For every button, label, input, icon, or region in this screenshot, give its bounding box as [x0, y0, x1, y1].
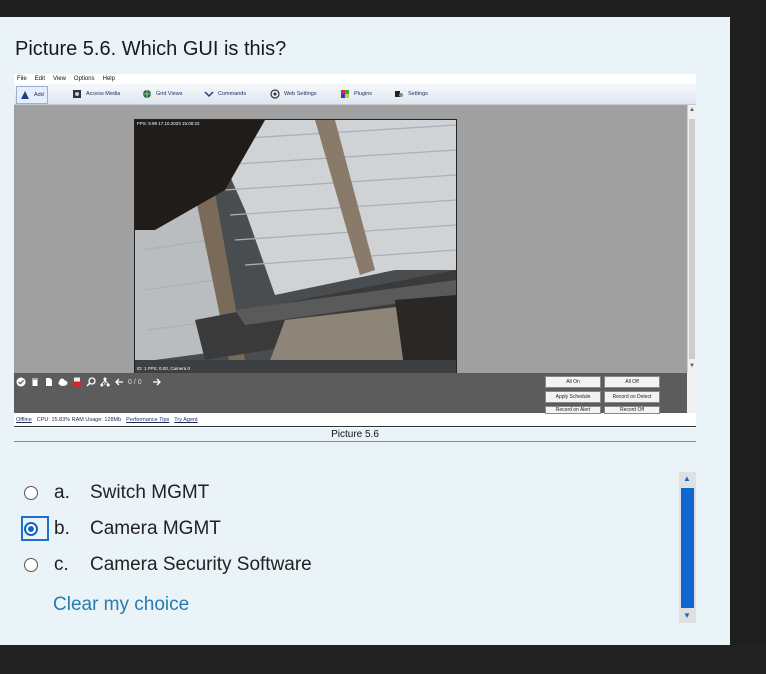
menu-file: File: [17, 76, 27, 82]
radio-option-c[interactable]: [24, 558, 38, 572]
settings-icon: [395, 91, 403, 97]
arrow-left-icon: [114, 377, 124, 387]
web-settings-icon: [270, 89, 280, 99]
menu-edit: Edit: [34, 76, 46, 82]
toolbar-grid-views: Grid Views: [142, 88, 183, 100]
usage-text: CPU: 15.83% RAM Usage: 128Mb: [36, 417, 122, 423]
record-on-detect-button: Record on Detect: [604, 391, 660, 403]
toolbar-access-media-label: Access Media: [86, 91, 121, 97]
camera-image: [135, 120, 456, 374]
scroll-up-icon: ▲: [689, 107, 695, 113]
toolbar-add-label: Add: [34, 92, 44, 98]
app-screenshot: File Edit View Options Help Add Access Media…: [14, 74, 697, 428]
right-strip: [730, 17, 766, 645]
toolbar-settings-label: Settings: [408, 91, 428, 97]
performance-tips-link: Performance Tips: [126, 417, 170, 423]
toolbar-commands: Commands: [204, 88, 246, 100]
camera-bottom-overlay: ID: 1 FPS: 0.00, Camera 0: [137, 366, 191, 371]
camera-feed: FPS: 9.99 17.10.2023 15:08:22 ID: 1 FPS:…: [134, 119, 457, 375]
toolbar-add: Add: [16, 86, 48, 104]
option-b[interactable]: b. Camera MGMT: [24, 518, 221, 540]
apply-schedule-button: Apply Schedule: [545, 391, 601, 403]
all-on-button: All On: [545, 376, 601, 388]
option-c[interactable]: c. Camera Security Software: [24, 554, 312, 576]
camera-top-overlay: FPS: 9.99 17.10.2023 15:08:22: [137, 121, 200, 126]
toolbar-web-settings: Web Settings: [270, 88, 317, 100]
trash-icon: [30, 377, 40, 387]
radio-option-b[interactable]: [24, 522, 38, 536]
option-b-text: Camera MGMT: [90, 518, 221, 539]
menu-help: Help: [102, 76, 115, 82]
document-icon: [44, 377, 54, 387]
record-off-button: Record Off: [604, 406, 660, 414]
clear-choice-link[interactable]: Clear my choice: [53, 594, 189, 616]
scroll-down-icon[interactable]: ▼: [683, 611, 691, 620]
youtube-icon: [72, 377, 82, 387]
option-a-text: Switch MGMT: [90, 482, 210, 503]
record-on-alert-button: Record on Alert: [545, 406, 601, 414]
caption-divider: [14, 441, 696, 442]
media-icon: [73, 90, 81, 98]
menu-view: View: [53, 76, 66, 82]
toolbar-plugins: Plugins: [340, 88, 372, 100]
check-icon: [16, 377, 26, 387]
top-bar: [0, 0, 766, 17]
toolbar-access-media: Access Media: [72, 88, 120, 100]
all-off-button: All Off: [604, 376, 660, 388]
option-a[interactable]: a. Switch MGMT: [24, 482, 209, 504]
control-scrollbar: [687, 373, 696, 413]
scroll-up-icon[interactable]: ▲: [683, 474, 691, 483]
cloud-upload-icon: [58, 377, 68, 387]
globe-icon: [143, 90, 151, 98]
try-agent-link: Try Agent: [174, 417, 198, 423]
toolbar-plugins-label: Plugins: [354, 91, 373, 97]
menu-bar: File Edit View Options Help: [14, 74, 696, 84]
page-scrollbar[interactable]: ▲ ▼: [679, 472, 696, 623]
scrollbar-thumb[interactable]: [681, 488, 694, 608]
option-c-text: Camera Security Software: [90, 554, 312, 575]
network-icon: [100, 377, 110, 387]
arrow-right-icon: [152, 377, 162, 387]
option-a-letter: a.: [54, 482, 70, 503]
question-title: Picture 5.6. Which GUI is this?: [15, 38, 287, 60]
add-icon: [21, 91, 29, 99]
page-counter: 0 / 0: [128, 378, 142, 386]
search-icon: [86, 377, 96, 387]
radio-option-a[interactable]: [24, 486, 38, 500]
offline-link: Offline: [16, 417, 32, 423]
toolbar-web-settings-label: Web Settings: [284, 91, 317, 97]
option-c-letter: c.: [54, 554, 69, 575]
toolbar-settings: Settings: [394, 88, 428, 100]
status-bar: Offline CPU: 15.83% RAM Usage: 128Mb Perfo…: [14, 414, 696, 427]
scroll-down-icon: ▼: [689, 363, 695, 369]
bottom-bar: [0, 645, 766, 674]
picture-caption: Picture 5.6: [331, 429, 379, 440]
option-b-letter: b.: [54, 518, 70, 539]
toolbar-grid-views-label: Grid Views: [156, 91, 183, 97]
menu-options: Options: [73, 76, 95, 82]
plugins-icon: [341, 90, 349, 98]
commands-icon: [204, 91, 214, 98]
control-bar: 0 / 0 All On All Off Apply Schedule Reco…: [14, 373, 687, 414]
toolbar-commands-label: Commands: [218, 91, 247, 97]
toolbar: Add Access Media Grid Views Commands Web…: [14, 84, 696, 105]
view-scrollbar: ▲ ▼: [687, 105, 697, 373]
